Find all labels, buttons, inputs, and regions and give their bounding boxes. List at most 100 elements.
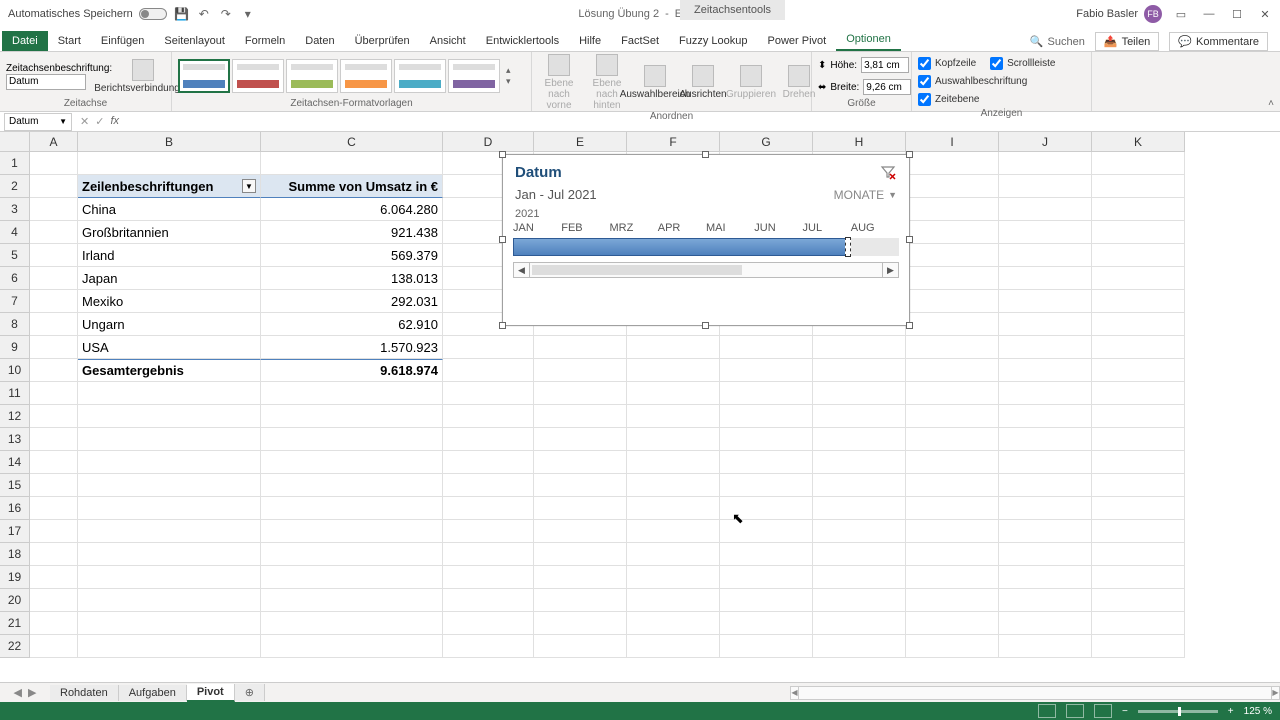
chk-time-level[interactable]: Zeitebene	[918, 90, 979, 108]
style-thumb-5[interactable]	[394, 59, 446, 93]
scroll-left-icon[interactable]: ◀	[514, 263, 530, 277]
pivot-filter-dropdown[interactable]: ▼	[242, 179, 256, 193]
tab-data[interactable]: Daten	[295, 31, 344, 51]
minimize-icon[interactable]: —	[1200, 5, 1218, 23]
style-gallery[interactable]	[178, 59, 500, 93]
row-header-14[interactable]: 14	[0, 451, 30, 474]
sheet-tab-pivot[interactable]: Pivot	[187, 684, 235, 702]
col-header-G[interactable]: G	[720, 132, 813, 152]
fx-icon[interactable]: fx	[110, 115, 119, 128]
row-header-1[interactable]: 1	[0, 152, 30, 175]
row-header-7[interactable]: 7	[0, 290, 30, 313]
resize-handle[interactable]	[906, 151, 913, 158]
ribbon-display-icon[interactable]: ▭	[1172, 5, 1190, 23]
select-all-corner[interactable]	[0, 132, 30, 152]
row-header-10[interactable]: 10	[0, 359, 30, 382]
style-thumb-1[interactable]	[178, 59, 230, 93]
chk-selection-label[interactable]: Auswahlbeschriftung	[918, 72, 1027, 90]
tab-formulas[interactable]: Formeln	[235, 31, 295, 51]
comments-button[interactable]: 💬Kommentare	[1169, 32, 1268, 51]
row-header-9[interactable]: 9	[0, 336, 30, 359]
sheet-nav-prev-icon[interactable]: ◀	[14, 686, 22, 699]
row-header-20[interactable]: 20	[0, 589, 30, 612]
style-thumb-6[interactable]	[448, 59, 500, 93]
zoom-out-icon[interactable]: −	[1122, 706, 1128, 717]
chk-scrollbar[interactable]: Scrollleiste	[990, 54, 1055, 72]
undo-icon[interactable]: ↶	[197, 7, 211, 21]
maximize-icon[interactable]: ☐	[1228, 5, 1246, 23]
col-header-A[interactable]: A	[30, 132, 78, 152]
resize-handle[interactable]	[499, 236, 506, 243]
chk-header[interactable]: Kopfzeile	[918, 54, 976, 72]
row-header-19[interactable]: 19	[0, 566, 30, 589]
tab-layout[interactable]: Seitenlayout	[154, 31, 235, 51]
report-connections-button[interactable]: Berichtsverbindungen	[120, 59, 165, 94]
close-icon[interactable]: ✕	[1256, 5, 1274, 23]
row-header-22[interactable]: 22	[0, 635, 30, 658]
zoom-in-icon[interactable]: +	[1228, 706, 1234, 717]
style-thumb-4[interactable]	[340, 59, 392, 93]
sheet-tab-aufgaben[interactable]: Aufgaben	[119, 685, 187, 701]
user-account[interactable]: Fabio Basler FB	[1076, 5, 1162, 23]
resize-handle[interactable]	[499, 322, 506, 329]
resize-handle[interactable]	[906, 322, 913, 329]
share-button[interactable]: 📤Teilen	[1095, 32, 1159, 51]
toggle-switch-icon[interactable]	[139, 8, 167, 20]
style-thumb-2[interactable]	[232, 59, 284, 93]
col-header-C[interactable]: C	[261, 132, 443, 152]
col-header-H[interactable]: H	[813, 132, 906, 152]
autosave-toggle[interactable]: Automatisches Speichern	[8, 8, 167, 20]
worksheet-grid[interactable]: ABCDEFGHIJK 1234567891011121314151617181…	[0, 132, 1280, 662]
row-header-8[interactable]: 8	[0, 313, 30, 336]
row-header-13[interactable]: 13	[0, 428, 30, 451]
col-header-K[interactable]: K	[1092, 132, 1185, 152]
width-input[interactable]	[863, 79, 911, 95]
zoom-slider[interactable]	[1138, 710, 1218, 713]
tab-options[interactable]: Optionen	[836, 29, 901, 51]
qat-dropdown-icon[interactable]: ▾	[241, 7, 255, 21]
col-header-D[interactable]: D	[443, 132, 534, 152]
zoom-level[interactable]: 125 %	[1244, 706, 1272, 717]
add-sheet-button[interactable]: ⊕	[235, 684, 265, 701]
scroll-thumb[interactable]	[532, 265, 742, 275]
row-header-21[interactable]: 21	[0, 612, 30, 635]
row-header-3[interactable]: 3	[0, 198, 30, 221]
row-header-5[interactable]: 5	[0, 244, 30, 267]
col-header-I[interactable]: I	[906, 132, 999, 152]
gallery-more-icon[interactable]: ▴▾	[506, 65, 511, 87]
row-header-11[interactable]: 11	[0, 382, 30, 405]
row-header-15[interactable]: 15	[0, 474, 30, 497]
timeline-slicer[interactable]: Datum Jan - Jul 2021 MONATE▼ 2021 JANFEB…	[502, 154, 910, 326]
timeline-level-dropdown[interactable]: MONATE▼	[834, 188, 897, 202]
resize-handle[interactable]	[906, 236, 913, 243]
resize-handle[interactable]	[702, 322, 709, 329]
col-header-B[interactable]: B	[78, 132, 261, 152]
redo-icon[interactable]: ↷	[219, 7, 233, 21]
search-box[interactable]: 🔍 Suchen	[1030, 35, 1085, 48]
row-header-12[interactable]: 12	[0, 405, 30, 428]
row-header-2[interactable]: 2	[0, 175, 30, 198]
col-header-J[interactable]: J	[999, 132, 1092, 152]
tab-powerpivot[interactable]: Power Pivot	[758, 31, 837, 51]
style-thumb-3[interactable]	[286, 59, 338, 93]
tab-view[interactable]: Ansicht	[420, 31, 476, 51]
row-header-17[interactable]: 17	[0, 520, 30, 543]
view-layout-icon[interactable]	[1066, 704, 1084, 718]
resize-handle[interactable]	[702, 151, 709, 158]
col-header-F[interactable]: F	[627, 132, 720, 152]
view-normal-icon[interactable]	[1038, 704, 1056, 718]
sheet-tab-rohdaten[interactable]: Rohdaten	[50, 685, 119, 701]
col-header-E[interactable]: E	[534, 132, 627, 152]
name-box[interactable]: Datum▼	[4, 113, 72, 131]
row-header-4[interactable]: 4	[0, 221, 30, 244]
save-icon[interactable]: 💾	[175, 7, 189, 21]
view-pagebreak-icon[interactable]	[1094, 704, 1112, 718]
row-header-16[interactable]: 16	[0, 497, 30, 520]
tab-review[interactable]: Überprüfen	[345, 31, 420, 51]
tab-start[interactable]: Start	[48, 31, 91, 51]
accept-formula-icon[interactable]: ✓	[95, 115, 104, 128]
timeline-track[interactable]	[513, 238, 899, 256]
timeline-grip[interactable]	[845, 237, 851, 257]
row-header-6[interactable]: 6	[0, 267, 30, 290]
collapse-ribbon-icon[interactable]: ˄	[1268, 98, 1274, 109]
